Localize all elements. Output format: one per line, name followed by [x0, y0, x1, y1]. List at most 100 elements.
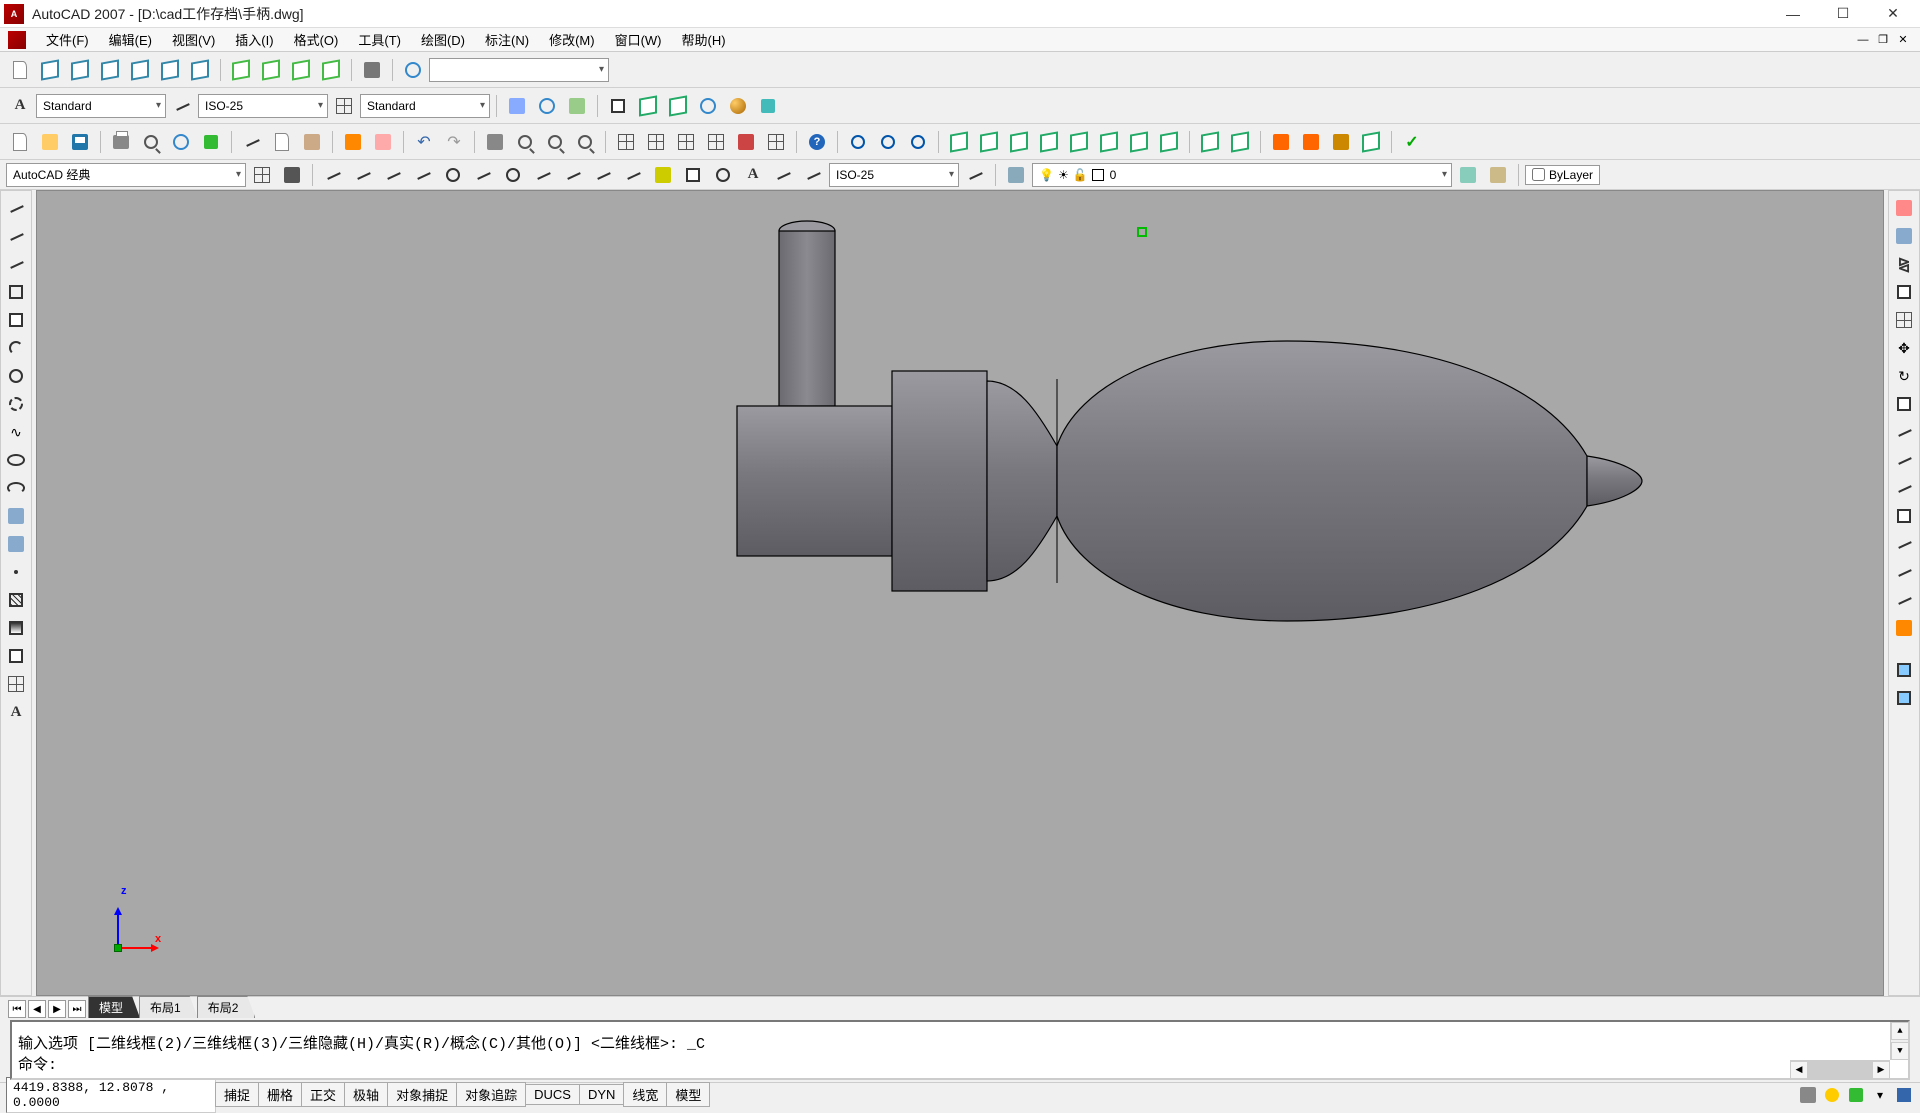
dim-continue-icon[interactable] — [619, 161, 647, 189]
rotate-icon[interactable]: ↻ — [1890, 363, 1918, 389]
scroll-up-icon[interactable]: ▲ — [1891, 1022, 1909, 1040]
shell-icon[interactable] — [1357, 128, 1385, 156]
interfere-icon[interactable] — [1327, 128, 1355, 156]
trim-icon[interactable] — [1890, 447, 1918, 473]
move-face-icon[interactable] — [975, 128, 1003, 156]
view-sw-iso-icon[interactable] — [36, 56, 64, 84]
dim-textedit-icon[interactable] — [769, 161, 797, 189]
extrude-face-icon[interactable] — [945, 128, 973, 156]
paste-icon[interactable] — [298, 128, 326, 156]
doc-restore-button[interactable]: ❐ — [1874, 31, 1892, 49]
view-ne-iso-icon[interactable] — [96, 56, 124, 84]
minimize-button[interactable]: — — [1770, 0, 1816, 28]
table-style-combo[interactable]: Standard — [360, 94, 490, 118]
view-se-iso-icon[interactable] — [66, 56, 94, 84]
publish-icon[interactable] — [167, 128, 195, 156]
redo-icon[interactable]: ↷ — [440, 128, 468, 156]
tab-last-button[interactable]: ⏭ — [68, 1000, 86, 1018]
dim-style-combo[interactable]: ISO-25 — [198, 94, 328, 118]
array-icon[interactable] — [1890, 307, 1918, 333]
slice-icon[interactable] — [1267, 128, 1295, 156]
dim-style-icon[interactable] — [168, 92, 196, 120]
menu-window[interactable]: 窗口(W) — [605, 30, 672, 49]
solid-wedge-icon[interactable] — [634, 92, 662, 120]
union-icon[interactable] — [844, 128, 872, 156]
text-style-combo[interactable]: Standard — [36, 94, 166, 118]
etransmit-icon[interactable] — [197, 128, 225, 156]
offset-icon[interactable] — [1890, 279, 1918, 305]
solid-torus-icon[interactable] — [754, 92, 782, 120]
view-top-icon[interactable] — [6, 56, 34, 84]
layer-previous-icon[interactable] — [1454, 161, 1482, 189]
visual-hidden-icon[interactable] — [287, 56, 315, 84]
tool-palettes-icon[interactable] — [672, 128, 700, 156]
gradient-icon[interactable] — [2, 615, 30, 641]
dim-quick-icon[interactable] — [559, 161, 587, 189]
line-icon[interactable] — [2, 195, 30, 221]
delete-face-icon[interactable] — [1035, 128, 1063, 156]
status-lwt[interactable]: 线宽 — [623, 1082, 667, 1107]
model-viewport[interactable]: z x — [36, 190, 1884, 996]
properties-icon[interactable] — [612, 128, 640, 156]
point-icon[interactable] — [2, 559, 30, 585]
status-polar[interactable]: 极轴 — [344, 1082, 388, 1107]
tray-lock-icon[interactable] — [1822, 1085, 1842, 1105]
layer-manager-icon[interactable] — [1002, 161, 1030, 189]
doc-minimize-button[interactable]: — — [1854, 31, 1872, 49]
copy-icon[interactable] — [268, 128, 296, 156]
solid-cyl-icon[interactable] — [724, 92, 752, 120]
menu-draw[interactable]: 绘图(D) — [411, 30, 475, 49]
status-grid[interactable]: 栅格 — [258, 1082, 302, 1107]
rectangle-icon[interactable] — [2, 307, 30, 333]
taper-face-icon[interactable] — [1095, 128, 1123, 156]
walk-icon[interactable] — [563, 92, 591, 120]
dimstyle-combo[interactable]: ISO-25 — [829, 163, 959, 187]
tab-layout2[interactable]: 布局2 — [197, 996, 256, 1018]
open-file-icon[interactable] — [36, 128, 64, 156]
break-icon[interactable] — [1890, 503, 1918, 529]
dim-update-icon[interactable] — [799, 161, 827, 189]
dim-linear-icon[interactable] — [319, 161, 347, 189]
workspace-settings-icon[interactable] — [248, 161, 276, 189]
rotate-face-icon[interactable] — [1065, 128, 1093, 156]
match-props-icon[interactable] — [339, 128, 367, 156]
extend-icon[interactable] — [1890, 475, 1918, 501]
copy-face-icon[interactable] — [1155, 128, 1183, 156]
visual-style-combo[interactable] — [429, 58, 609, 82]
coordinates-display[interactable]: 4419.8388, 12.8078 , 0.0000 — [6, 1077, 216, 1113]
polyline-icon[interactable] — [2, 251, 30, 277]
sheetset-icon[interactable] — [702, 128, 730, 156]
calc-icon[interactable] — [762, 128, 790, 156]
hatch-icon[interactable] — [2, 587, 30, 613]
save-file-icon[interactable] — [66, 128, 94, 156]
stretch-icon[interactable] — [1890, 419, 1918, 445]
design-center-icon[interactable] — [642, 128, 670, 156]
dimstyle-button-icon[interactable] — [961, 161, 989, 189]
view-front-icon[interactable] — [156, 56, 184, 84]
status-ortho[interactable]: 正交 — [301, 1082, 345, 1107]
undo-icon[interactable]: ↶ — [410, 128, 438, 156]
clean-icon[interactable] — [1226, 128, 1254, 156]
dim-tolerance-icon[interactable] — [679, 161, 707, 189]
tab-model[interactable]: 模型 — [88, 996, 140, 1018]
dim-baseline-icon[interactable] — [589, 161, 617, 189]
scale-icon[interactable] — [1890, 391, 1918, 417]
status-model[interactable]: 模型 — [666, 1082, 710, 1107]
markup-icon[interactable] — [732, 128, 760, 156]
offset-face-icon[interactable] — [1005, 128, 1033, 156]
menu-dimension[interactable]: 标注(N) — [475, 30, 539, 49]
layer-combo[interactable]: 💡 ☀ 🔓 0 — [1032, 163, 1452, 187]
help-icon[interactable]: ? — [803, 128, 831, 156]
scroll-down-icon[interactable]: ▼ — [1891, 1042, 1909, 1060]
visual-2d-icon[interactable] — [227, 56, 255, 84]
join-icon[interactable] — [1890, 531, 1918, 557]
tab-first-button[interactable]: ⏮ — [8, 1000, 26, 1018]
table-style-icon[interactable] — [330, 92, 358, 120]
tray-clean-screen-icon[interactable] — [1894, 1085, 1914, 1105]
status-osnap[interactable]: 对象捕捉 — [387, 1082, 457, 1107]
scroll-right-icon[interactable]: ▶ — [1872, 1061, 1890, 1079]
new-file-icon[interactable] — [6, 128, 34, 156]
menu-tools[interactable]: 工具(T) — [348, 30, 411, 49]
view-nw-iso-icon[interactable] — [126, 56, 154, 84]
zoom-prev-icon[interactable] — [571, 128, 599, 156]
